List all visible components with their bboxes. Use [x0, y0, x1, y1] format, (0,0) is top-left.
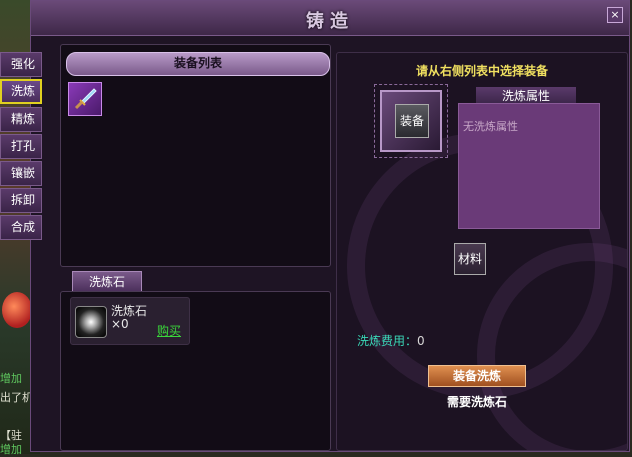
equipment-item[interactable]: [68, 82, 102, 116]
window-title: 铸造: [306, 11, 354, 32]
refine-button[interactable]: 装备洗炼: [428, 365, 526, 387]
tab-refine[interactable]: 精炼: [0, 107, 42, 132]
equipment-slot[interactable]: 装备: [395, 104, 429, 138]
buy-link[interactable]: 购买: [157, 322, 181, 339]
stone-count: ×0: [111, 317, 129, 331]
tab-strengthen[interactable]: 强化: [0, 52, 42, 77]
material-slot[interactable]: 材料: [454, 243, 486, 275]
cost-value: 0: [417, 334, 425, 348]
close-button[interactable]: ×: [607, 7, 623, 23]
title-bar: 铸造 ×: [31, 1, 629, 36]
equipment-list-panel: [60, 44, 331, 267]
tab-inlay[interactable]: 镶嵌: [0, 161, 42, 186]
tab-compose[interactable]: 合成: [0, 215, 42, 240]
requirement-text: 需要洗炼石: [446, 395, 507, 409]
tab-wash-stone[interactable]: 洗炼石: [72, 271, 142, 292]
chat-text: 增加: [0, 372, 22, 385]
sword-icon: [74, 88, 97, 110]
lantern-decoration: [2, 292, 32, 328]
attribute-box: 无洗炼属性: [458, 103, 600, 229]
equipment-list-header: 装备列表: [66, 52, 330, 76]
select-hint: 请从右侧列表中选择装备: [415, 64, 548, 78]
chat-text: 出了机: [0, 391, 33, 404]
tab-socket[interactable]: 打孔: [0, 134, 42, 159]
tab-dismantle[interactable]: 拆卸: [0, 188, 42, 213]
refine-panel: 请从右侧列表中选择装备 装备 洗炼属性 无洗炼属性 材料 洗炼费用：0 装备洗炼…: [336, 52, 628, 451]
equipment-frame: 装备: [374, 84, 448, 158]
cost-label: 洗炼费用：: [357, 334, 418, 348]
attribute-empty-text: 无洗炼属性: [463, 120, 518, 133]
stone-icon: [75, 306, 107, 338]
tab-refine-wash[interactable]: 洗炼: [0, 79, 42, 104]
wash-stone-item[interactable]: 洗炼石 ×0 购买: [70, 297, 190, 345]
cost-row: 洗炼费用：0: [357, 332, 425, 349]
chat-text: 增加: [0, 443, 22, 456]
